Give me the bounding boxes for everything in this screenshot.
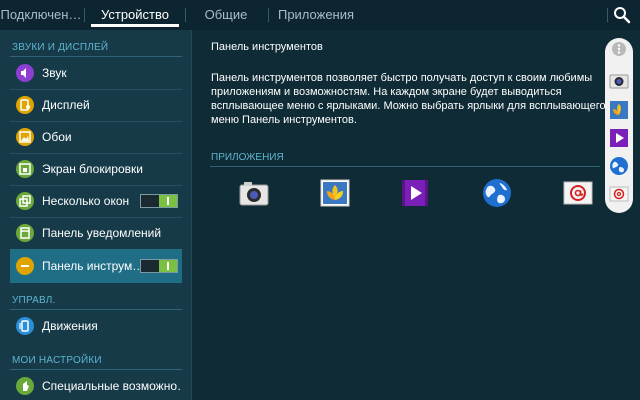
camera-icon[interactable] [609, 70, 629, 90]
video-player-icon[interactable] [609, 128, 629, 148]
notification-panel-icon [16, 224, 34, 242]
tab-general[interactable]: Общие [190, 0, 262, 30]
multi-window-toggle[interactable] [140, 194, 178, 208]
sidebar-item-wallpaper[interactable]: Обои [10, 121, 182, 153]
gallery-icon[interactable] [319, 177, 351, 209]
lock-screen-icon [16, 160, 34, 178]
section-header-control: УПРАВЛ. [12, 295, 56, 306]
floating-toolbox[interactable] [605, 38, 633, 213]
sidebar-item-label: Обои [42, 130, 72, 144]
sidebar-item-label: Специальные возможно… [42, 379, 180, 393]
toolbox-toggle[interactable] [140, 259, 178, 273]
section-divider [210, 166, 600, 167]
display-icon [16, 96, 34, 114]
tab-separator [84, 8, 85, 22]
section-header-apps: ПРИЛОЖЕНИЯ [211, 152, 284, 163]
email-icon[interactable] [609, 184, 629, 204]
toggle-knob [159, 260, 177, 272]
tab-separator [607, 8, 608, 22]
wallpaper-icon [16, 128, 34, 146]
sidebar-item-label: Экран блокировки [42, 162, 143, 176]
gallery-icon[interactable] [609, 100, 629, 120]
page-description: Панель инструментов позволяет быстро пол… [211, 72, 606, 126]
sidebar-item-multi-window[interactable]: Несколько окон [10, 185, 182, 217]
top-tab-bar: Подключен… Устройство Общие Приложения [0, 0, 640, 30]
tab-separator [185, 8, 186, 22]
internet-icon[interactable] [609, 156, 629, 176]
multi-window-icon [16, 192, 34, 210]
toggle-knob [159, 195, 177, 207]
sidebar-item-label: Движения [42, 319, 98, 333]
sidebar-item-label: Несколько окон [42, 194, 130, 208]
tab-connections[interactable]: Подключен… [0, 0, 82, 30]
sidebar-item-toolbox[interactable]: Панель инструм… [10, 249, 182, 283]
page-title: Панель инструментов [211, 41, 323, 53]
sidebar-item-notification-panel[interactable]: Панель уведомлений [10, 217, 182, 249]
active-tab-indicator [91, 24, 179, 27]
search-icon[interactable] [612, 5, 632, 25]
motion-icon [16, 317, 34, 335]
toolbox-icon [16, 257, 34, 275]
sidebar-item-label: Панель уведомлений [42, 226, 162, 240]
speaker-icon [16, 64, 34, 82]
tab-applications[interactable]: Приложения [274, 0, 358, 30]
sidebar-item-sound[interactable]: Звук [10, 57, 182, 89]
accessibility-icon [16, 377, 34, 395]
more-icon[interactable] [612, 42, 626, 56]
toolbox-detail-pane: Панель инструментов Панель инструментов … [192, 30, 640, 400]
section-header-sound-display: ЗВУКИ И ДИСПЛЕЙ [12, 42, 109, 53]
settings-sidebar: ЗВУКИ И ДИСПЛЕЙ Звук Дисплей Обои Экран … [0, 30, 191, 400]
sidebar-item-accessibility[interactable]: Специальные возможно… [10, 370, 182, 400]
tab-separator [268, 8, 269, 22]
sidebar-item-label: Дисплей [42, 98, 90, 112]
camera-icon[interactable] [238, 177, 270, 209]
sidebar-item-display[interactable]: Дисплей [10, 89, 182, 121]
sidebar-item-label: Звук [42, 66, 67, 80]
video-player-icon[interactable] [399, 177, 431, 209]
sidebar-item-lock-screen[interactable]: Экран блокировки [10, 153, 182, 185]
sidebar-item-motions[interactable]: Движения [10, 310, 182, 342]
email-icon[interactable] [562, 177, 594, 209]
section-header-my-settings: МОИ НАСТРОЙКИ [12, 355, 102, 366]
internet-icon[interactable] [481, 177, 513, 209]
sidebar-item-label: Панель инструм… [42, 259, 142, 273]
